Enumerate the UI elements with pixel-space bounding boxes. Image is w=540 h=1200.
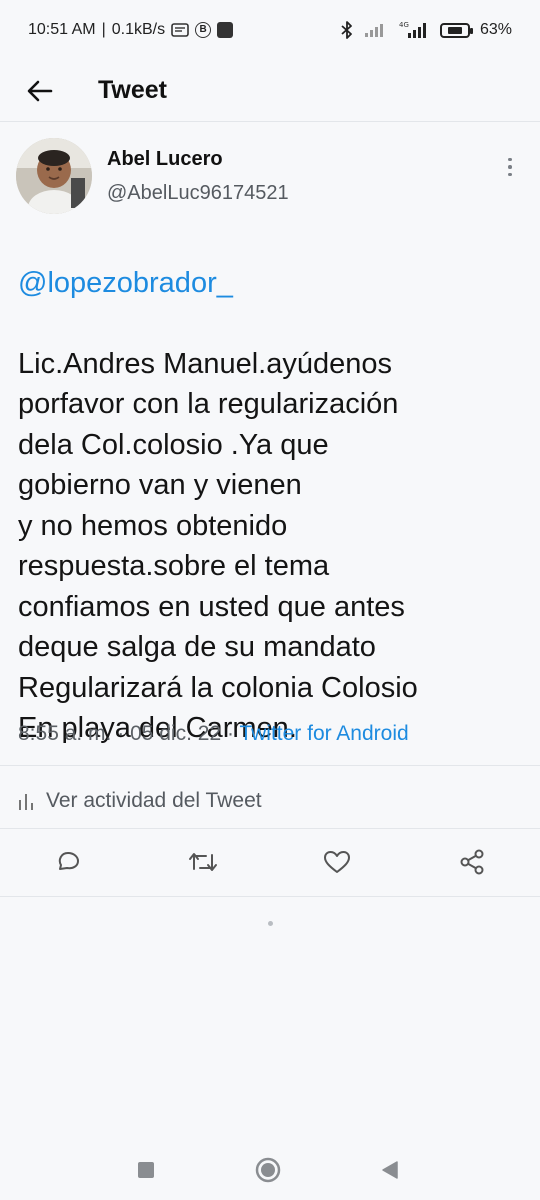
battery-percent: 63% [479, 21, 512, 38]
status-time: 10:51 AM [28, 21, 96, 38]
status-right: 4G 63% [340, 20, 512, 40]
status-bar: 10:51 AM | 0.1kB/s B 4G 63% [0, 0, 540, 60]
loading-indicator [268, 921, 273, 926]
recents-button[interactable] [128, 1152, 164, 1188]
tweet-source-link[interactable]: Twitter for Android [239, 722, 408, 745]
analytics-icon [19, 794, 33, 810]
home-button[interactable] [250, 1152, 286, 1188]
square-icon [138, 1162, 154, 1178]
share-button[interactable] [452, 842, 492, 882]
activity-label: Ver actividad del Tweet [46, 789, 262, 812]
app-header: Tweet [0, 60, 540, 122]
system-nav-bar [0, 1138, 540, 1200]
more-vertical-icon-dot [508, 172, 512, 177]
app-b-icon: B [195, 22, 212, 38]
status-separator: | [101, 21, 106, 38]
tweet-screen: 10:51 AM | 0.1kB/s B 4G 63% Tweet Abel L… [0, 0, 540, 1200]
more-vertical-icon [508, 157, 512, 162]
battery-icon [439, 22, 473, 38]
status-speed: 0.1kB/s [111, 21, 166, 38]
divider [0, 828, 540, 829]
tweet-date[interactable]: 05 dic. 22 [130, 722, 221, 745]
triangle-back-icon [382, 1161, 398, 1179]
page-title: Tweet [98, 76, 167, 104]
reply-button[interactable] [48, 842, 88, 882]
mention-link[interactable]: @lopezobrador_ [18, 263, 524, 304]
retweet-button[interactable] [183, 842, 223, 882]
tweet-time[interactable]: 8:55 a. m. [18, 722, 111, 745]
share-icon [460, 849, 484, 875]
more-vertical-icon-dot [508, 165, 512, 169]
tweet-actions [0, 842, 540, 886]
tweet-activity-link[interactable]: Ver actividad del Tweet [18, 784, 262, 818]
meta-separator: · [226, 722, 240, 745]
tweet-detail: Abel Lucero @AbelLuc96174521 @lopezobrad… [0, 122, 540, 926]
back-button[interactable] [20, 71, 60, 111]
author-row[interactable]: Abel Lucero @AbelLuc96174521 [0, 122, 540, 218]
signal-icon [364, 22, 388, 38]
signal-4g-icon: 4G [398, 20, 430, 40]
author-name[interactable]: Abel Lucero [107, 148, 223, 171]
more-options-button[interactable] [500, 152, 520, 182]
heart-icon [324, 851, 350, 873]
like-button[interactable] [317, 842, 357, 882]
back-nav-button[interactable] [372, 1152, 408, 1188]
bluetooth-icon [340, 21, 354, 39]
tweet-meta: 8:55 a. m. · 05 dic. 22 · Twitter for An… [18, 722, 409, 746]
divider [0, 896, 540, 897]
divider [0, 765, 540, 766]
meta-separator: · [117, 722, 131, 745]
notification-icon [171, 22, 189, 38]
retweet-icon [189, 853, 217, 871]
status-left: 10:51 AM | 0.1kB/s B [28, 21, 234, 39]
battery-level [448, 26, 462, 34]
tweet-body: @lopezobrador_ Lic.Andres Manuel.ayúdeno… [18, 222, 524, 789]
tweet-text: Lic.Andres Manuel.ayúdenos porfavor con … [18, 347, 418, 745]
avatar[interactable] [16, 138, 92, 214]
network-label: 4G [399, 21, 409, 29]
author-handle[interactable]: @AbelLuc96174521 [107, 182, 289, 205]
reply-icon [58, 852, 79, 870]
avatar-image [16, 138, 92, 214]
app-square-icon [217, 22, 234, 38]
arrow-left-icon [27, 80, 53, 101]
circle-icon [255, 1157, 281, 1183]
